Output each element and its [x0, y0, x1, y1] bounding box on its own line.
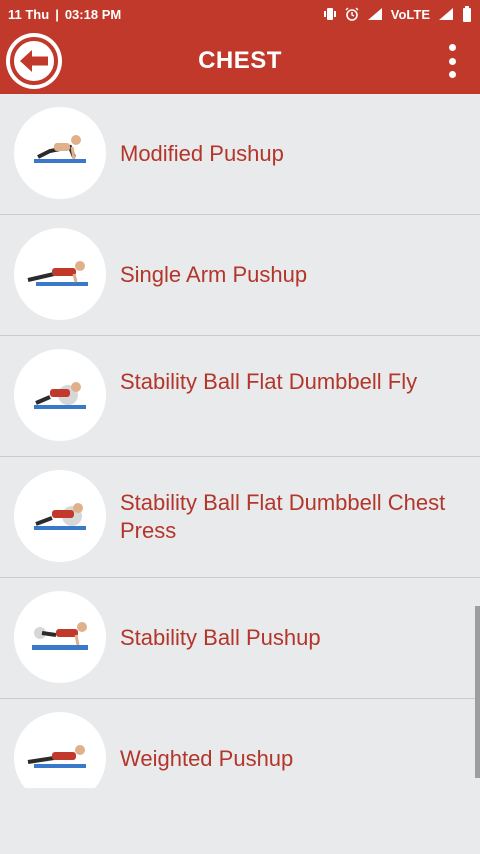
list-item-label: Stability Ball Flat Dumbbell Chest Press — [120, 490, 446, 543]
status-separator: | — [55, 6, 59, 22]
list-item-label: Modified Pushup — [120, 141, 284, 166]
status-bar: 11 Thu | 03:18 PM VoLTE — [0, 0, 480, 28]
stability-ball-pushup-icon — [14, 591, 106, 683]
overflow-menu-button[interactable] — [442, 44, 462, 78]
menu-dot-icon — [448, 44, 456, 51]
list-item[interactable]: Stability Ball Pushup — [0, 578, 480, 699]
list-item[interactable]: Modified Pushup — [0, 94, 480, 215]
list-item-label: Stability Ball Flat Dumbbell Fly — [120, 369, 418, 394]
list-item[interactable]: Stability Ball Flat Dumbbell Chest Press — [0, 457, 480, 578]
signal-icon — [367, 8, 382, 20]
vibrate-icon — [323, 8, 336, 20]
network-label: VoLTE — [390, 6, 430, 22]
list-item[interactable]: Stability Ball Flat Dumbbell Fly — [0, 336, 480, 457]
exercise-list[interactable]: Modified Pushup Single Arm Pushup Stabil — [0, 94, 480, 788]
single-arm-pushup-icon — [14, 228, 106, 320]
stability-ball-press-icon — [14, 470, 106, 562]
list-item-label: Stability Ball Pushup — [120, 625, 321, 650]
status-time: 03:18 PM — [64, 6, 122, 22]
status-date: 11 Thu — [8, 6, 50, 22]
scrollbar[interactable] — [475, 606, 480, 778]
menu-dot-icon — [448, 57, 456, 65]
battery-icon — [463, 6, 471, 22]
stability-ball-fly-icon — [14, 349, 106, 441]
alarm-icon — [345, 7, 359, 21]
list-item-label: Weighted Pushup — [120, 746, 294, 771]
menu-dot-icon — [448, 71, 456, 78]
modified-pushup-icon — [14, 107, 106, 199]
list-item[interactable]: Weighted Pushup — [0, 699, 480, 788]
list-item[interactable]: Single Arm Pushup — [0, 215, 480, 336]
list-item-label: Single Arm Pushup — [120, 262, 308, 287]
weighted-pushup-icon — [14, 712, 106, 788]
page-title: CHEST — [198, 47, 282, 74]
back-arrow-icon — [10, 37, 58, 85]
app-bar: CHEST — [0, 28, 480, 94]
signal-icon-2 — [439, 8, 453, 20]
back-button[interactable] — [6, 33, 62, 89]
